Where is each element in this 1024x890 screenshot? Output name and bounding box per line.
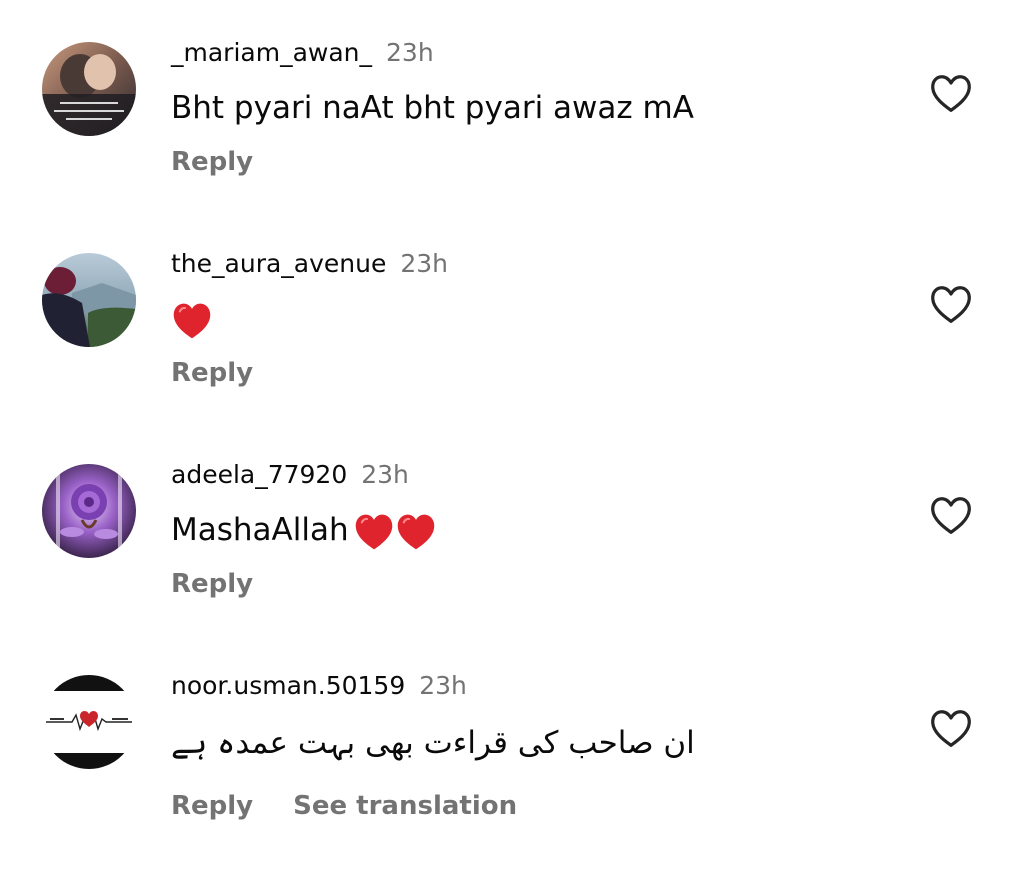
comment-actions: Reply See translation [171, 789, 517, 823]
comment-text: MashaAllah [171, 508, 437, 552]
username[interactable]: the_aura_avenue [171, 249, 386, 278]
emoji-group [353, 512, 437, 552]
see-translation-button[interactable]: See translation [293, 791, 517, 821]
reply-button[interactable]: Reply [171, 569, 253, 599]
comment-actions: Reply [171, 145, 253, 179]
comment-item: adeela_77920 23h MashaAllah Reply [0, 458, 1024, 669]
timestamp: 23h [419, 671, 467, 700]
red-heart-emoji-icon [395, 512, 437, 552]
comment-item: _mariam_awan_ 23h Bht pyari naAt bht pyar… [0, 36, 1024, 247]
comment-item: noor.usman.50159 23h ان صاحب کی قراءت بھی… [0, 669, 1024, 880]
username[interactable]: noor.usman.50159 [171, 671, 405, 700]
avatar[interactable] [42, 675, 136, 769]
comment-meta: noor.usman.50159 23h [171, 669, 467, 703]
heart-outline-icon[interactable] [928, 706, 974, 752]
reply-button[interactable]: Reply [171, 147, 253, 177]
timestamp: 23h [386, 38, 434, 67]
comment-actions: Reply [171, 356, 253, 390]
comment-text: Bht pyari naAt bht pyari awaz mA [171, 90, 694, 126]
reply-button[interactable]: Reply [171, 791, 253, 821]
red-heart-emoji-icon [353, 512, 395, 552]
comment-text-body: MashaAllah [171, 512, 349, 548]
reply-button[interactable]: Reply [171, 358, 253, 388]
username[interactable]: _mariam_awan_ [171, 38, 372, 67]
avatar[interactable] [42, 42, 136, 136]
comment-meta: adeela_77920 23h [171, 458, 409, 492]
avatar[interactable] [42, 464, 136, 558]
username[interactable]: adeela_77920 [171, 460, 347, 489]
red-heart-emoji-icon [171, 301, 213, 341]
heart-outline-icon[interactable] [928, 282, 974, 328]
comment-item: the_aura_avenue 23h Reply [0, 247, 1024, 458]
comment-text: ان صاحب کی قراءت بھی بہت عمدہ ہے [171, 725, 695, 761]
timestamp: 23h [400, 249, 449, 278]
heart-outline-icon[interactable] [928, 71, 974, 117]
heart-outline-icon[interactable] [928, 493, 974, 539]
avatar[interactable] [42, 253, 136, 347]
comment-actions: Reply [171, 567, 253, 601]
timestamp: 23h [361, 460, 409, 489]
comment-meta: _mariam_awan_ 23h [171, 36, 434, 70]
comment-text [171, 297, 213, 341]
comment-meta: the_aura_avenue 23h [171, 247, 448, 281]
